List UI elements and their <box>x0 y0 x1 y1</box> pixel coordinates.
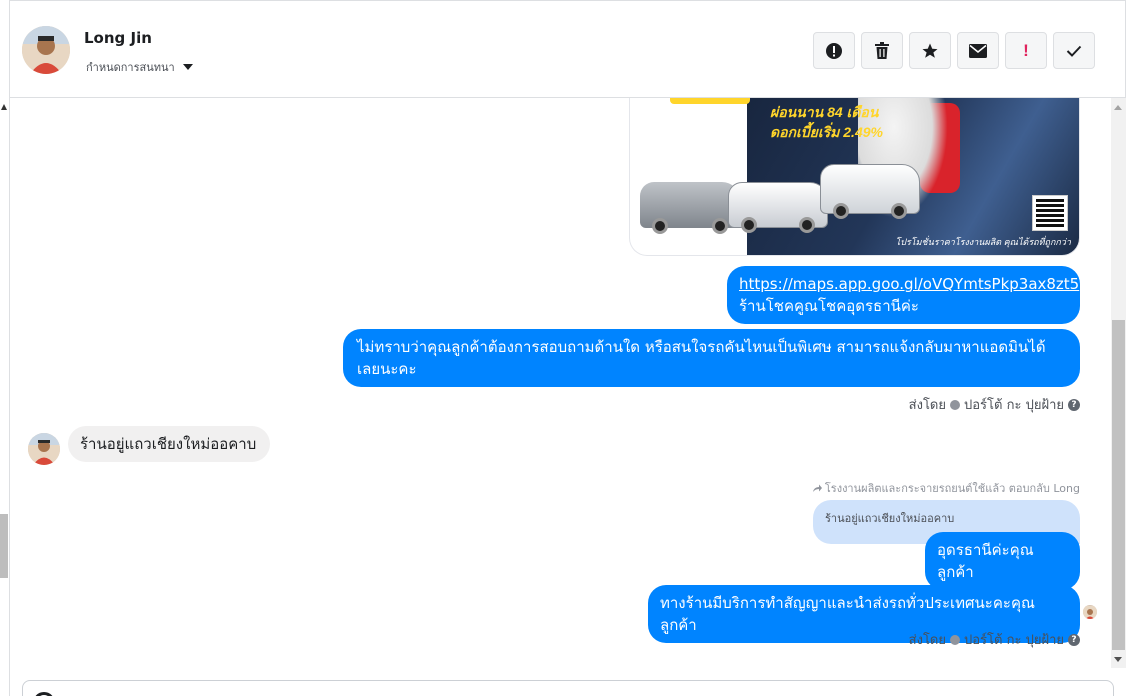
promo-image-attachment[interactable]: ผ่อนนาน 84 เดือน ดอกเบี้ยเริ่ม 2.49% โปร… <box>629 98 1080 256</box>
assign-label: กำหนดการสนทนา <box>86 61 175 74</box>
outgoing-message[interactable]: ไม่ทราบว่าคุณลูกค้าต้องการสอบถามด้านใด ห… <box>343 329 1080 387</box>
reply-meta: โรงงานผลิตและกระจายรถยนต์ใช้แล้ว ตอบกลับ… <box>812 479 1080 497</box>
conversation-header: Long Jin กำหนดการสนทนา ! <box>10 0 1126 98</box>
important-button[interactable]: ! <box>1005 32 1047 69</box>
promo-headline-2: ดอกเบี้ยเริ่ม 2.49% <box>770 124 883 140</box>
reply-meta-text: โรงงานผลิตและกระจายรถยนต์ใช้แล้ว ตอบกลับ… <box>824 482 1080 495</box>
alert-circle-icon <box>826 42 842 59</box>
quoted-text: ร้านอยู่แถวเชียงใหม่ออคาบ <box>825 512 955 525</box>
promo-headline-1: ผ่อนนาน 84 เดือน <box>770 104 879 120</box>
help-icon[interactable]: ? <box>1068 633 1080 646</box>
composer-icon[interactable] <box>33 692 55 696</box>
seen-avatar <box>1083 605 1097 619</box>
outgoing-message[interactable]: https://maps.app.goo.gl/oVQYmtsPkp3ax8zt… <box>727 266 1080 324</box>
verified-icon <box>950 399 960 410</box>
sedan-car-graphic <box>640 182 740 234</box>
help-icon[interactable]: ? <box>1068 398 1080 411</box>
message-text: ร้านอยู่แถวเชียงใหม่ออคาบ <box>80 435 257 453</box>
left-panel-edge <box>0 0 10 696</box>
scroll-down-arrow-icon[interactable] <box>1114 657 1122 662</box>
messenger-page: Long Jin กำหนดการสนทนา ! ผ่อนนาน 84 เดือ… <box>0 0 1136 696</box>
done-button[interactable] <box>1053 32 1095 69</box>
message-text: อุดรธานีค่ะคุณลูกค้า <box>937 541 1034 581</box>
message-text: ไม่ทราบว่าคุณลูกค้าต้องการสอบถามด้านใด ห… <box>357 338 1046 378</box>
checkmark-icon <box>1066 45 1082 57</box>
contact-avatar[interactable] <box>22 26 70 74</box>
qr-code-graphic <box>1032 195 1068 231</box>
spam-button[interactable] <box>813 32 855 69</box>
scroll-up-arrow-icon[interactable] <box>1114 105 1122 110</box>
yellow-banner-graphic <box>670 98 750 104</box>
sent-by-agent: ปอร์โต้ กะ ปุยฝ้าย <box>964 398 1064 413</box>
message-composer[interactable] <box>22 680 1114 696</box>
trash-icon <box>875 41 889 59</box>
sent-by-agent: ปอร์โต้ กะ ปุยฝ้าย <box>964 633 1064 648</box>
delete-button[interactable] <box>861 32 903 69</box>
star-icon <box>922 43 938 58</box>
incoming-message[interactable]: ร้านอยู่แถวเชียงใหม่ออคาบ <box>68 426 270 462</box>
sent-by-info: ส่งโดย ปอร์โต้ กะ ปุยฝ้าย ? <box>909 629 1080 650</box>
promo-footer-text: โปรโมชั่นราคาโรงงานผลิต คุณได้รถที่ถูกกว… <box>895 237 1071 247</box>
outgoing-message[interactable]: อุดรธานีค่ะคุณลูกค้า <box>925 532 1080 590</box>
sent-by-info: ส่งโดย ปอร์โต้ กะ ปุยฝ้าย ? <box>909 394 1080 415</box>
pickup-car-1-graphic <box>728 182 828 233</box>
header-actions: ! <box>813 32 1095 69</box>
sent-by-prefix: ส่งโดย <box>908 398 946 413</box>
message-text: ทางร้านมีบริการทำสัญญาและนำส่งรถทั่วประเ… <box>660 594 1035 634</box>
contact-avatar-small[interactable] <box>28 433 60 465</box>
verified-icon <box>950 634 960 645</box>
star-button[interactable] <box>909 32 951 69</box>
pickup-car-2-graphic <box>820 164 920 219</box>
contact-name[interactable]: Long Jin <box>84 29 152 47</box>
sent-by-prefix: ส่งโดย <box>908 633 946 648</box>
mark-unread-button[interactable] <box>957 32 999 69</box>
message-text: ร้านโชคคูณโชคอุดรธานีค่ะ <box>739 297 919 315</box>
reply-arrow-icon <box>812 484 822 492</box>
caret-down-icon <box>182 64 193 70</box>
collapse-arrow-icon[interactable] <box>1 104 7 110</box>
message-scrollbar[interactable] <box>1111 98 1126 668</box>
assign-conversation-dropdown[interactable]: กำหนดการสนทนา <box>86 58 193 76</box>
scroll-thumb[interactable] <box>1112 320 1125 650</box>
right-edge <box>1126 0 1136 696</box>
left-scroll-thumb[interactable] <box>0 514 8 578</box>
maps-link[interactable]: https://maps.app.goo.gl/oVQYmtsPkp3ax8zt… <box>739 275 1079 293</box>
exclamation-icon: ! <box>1023 40 1029 60</box>
envelope-icon <box>969 43 987 58</box>
